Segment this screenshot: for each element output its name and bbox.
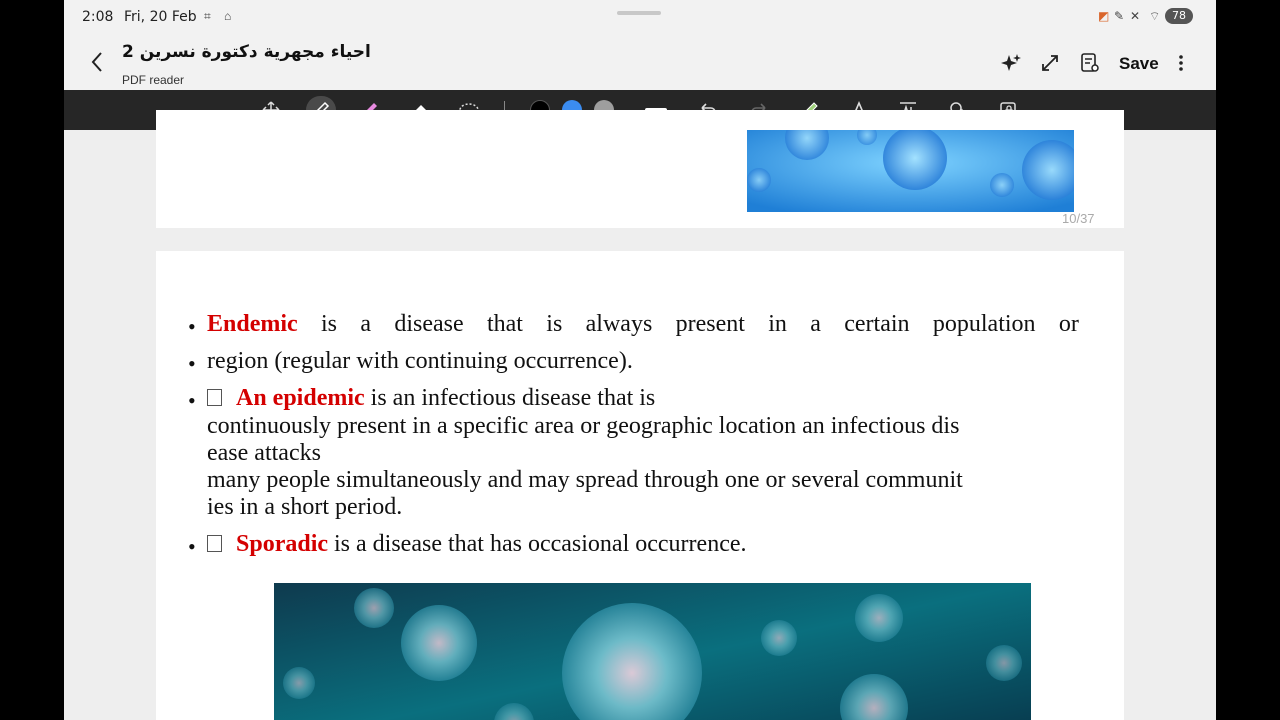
word: is — [321, 311, 338, 337]
word: always — [585, 311, 653, 337]
epidemic-line2: continuously present in a specific area … — [207, 413, 960, 439]
drag-handle[interactable] — [617, 11, 661, 15]
word: present — [675, 311, 745, 337]
bullet: • — [188, 388, 196, 413]
document-viewport[interactable]: 10/37 • Endemic is a disease that is alw… — [64, 110, 1216, 720]
pdf-page-current: • Endemic is a disease that is always pr… — [156, 251, 1124, 720]
word: certain — [844, 311, 910, 337]
virus-image-bottom — [274, 583, 1031, 720]
epidemic-term: An epidemic — [236, 385, 365, 411]
screenshot-icon: ⌗ — [204, 9, 211, 23]
save-button[interactable]: Save — [1119, 54, 1159, 74]
word: is — [546, 311, 563, 337]
ai-sparkle-button[interactable] — [999, 51, 1023, 75]
bullet: • — [188, 314, 196, 339]
epidemic-line5: ies in a short period. — [207, 494, 403, 520]
word: a — [360, 311, 371, 337]
expand-icon — [1042, 55, 1058, 71]
epidemic-line3: ease attacks — [207, 440, 321, 466]
status-bar: 2:08 Fri, 20 Feb ⌗ ⌂ ◩ ✎ ✕ ⌔ 78 — [64, 0, 1216, 34]
word: population — [932, 311, 1036, 337]
missing-glyph-box — [207, 535, 222, 552]
word: disease — [394, 311, 464, 337]
epidemic-definition-line: An epidemic is an infectious disease tha… — [207, 385, 655, 412]
more-vertical-icon — [1179, 55, 1183, 71]
more-options-button[interactable] — [1169, 51, 1193, 75]
document-settings-icon — [1081, 53, 1099, 72]
page-settings-button[interactable] — [1078, 51, 1102, 75]
sporadic-text: is a disease that has occasional occurre… — [328, 531, 747, 557]
notification-icon: ⌂ — [224, 9, 232, 23]
chevron-left-icon — [91, 52, 102, 72]
endemic-term: Endemic — [207, 311, 298, 337]
epidemic-text: is an infectious disease that is — [364, 385, 656, 411]
bullet: • — [188, 351, 196, 376]
app-subtitle: PDF reader — [122, 73, 185, 87]
virus-image-top — [747, 130, 1074, 212]
bullet: • — [188, 534, 196, 559]
status-date: Fri, 20 Feb — [124, 9, 197, 25]
battery-badge: 78 — [1165, 8, 1193, 24]
tablet-screen: 2:08 Fri, 20 Feb ⌗ ⌂ ◩ ✎ ✕ ⌔ 78 احياء مج… — [64, 0, 1216, 720]
sparkle-icon — [1001, 54, 1021, 71]
fullscreen-button[interactable] — [1038, 51, 1062, 75]
word: a — [810, 311, 821, 337]
endemic-definition-line2: region (regular with continuing occurren… — [207, 348, 633, 374]
word: that — [486, 311, 523, 337]
sporadic-term: Sporadic — [236, 531, 329, 557]
epidemic-line4: many people simultaneously and may sprea… — [207, 467, 963, 493]
mute-icon: ✕ — [1130, 9, 1141, 23]
pdf-page-previous — [156, 110, 1124, 228]
pen-status-icon: ✎ — [1114, 9, 1125, 23]
wifi-icon: ⌔ — [1149, 9, 1161, 23]
cast-icon: ◩ — [1098, 9, 1110, 23]
back-button[interactable] — [86, 48, 110, 76]
endemic-definition-line: Endemic is a disease that is always pres… — [207, 311, 1079, 338]
status-time: 2:08 — [82, 9, 114, 25]
sporadic-definition-line: Sporadic is a disease that has occasiona… — [207, 531, 747, 558]
app-bar: احياء مجهرية دكتورة نسرين 2 PDF reader S… — [64, 34, 1216, 90]
page-indicator: 10/37 — [1062, 211, 1095, 226]
word: or — [1058, 311, 1079, 337]
missing-glyph-box — [207, 389, 222, 406]
word: in — [768, 311, 787, 337]
document-title: احياء مجهرية دكتورة نسرين 2 — [122, 42, 371, 62]
